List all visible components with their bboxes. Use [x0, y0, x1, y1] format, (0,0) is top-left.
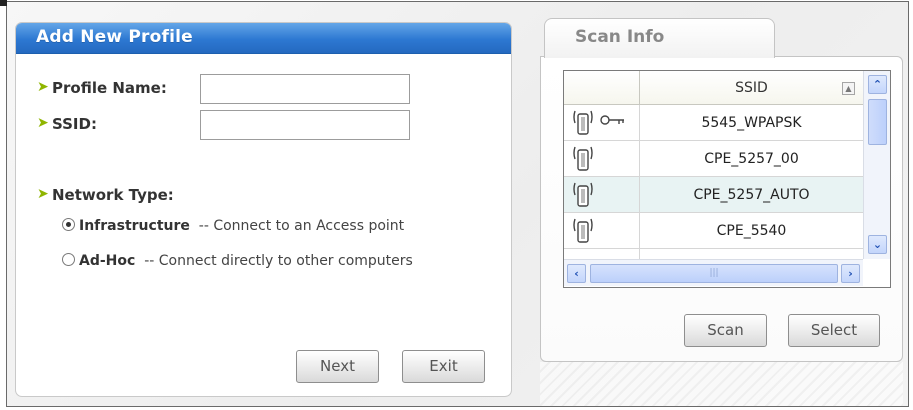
ssid-value: CPE_5540 [716, 223, 787, 239]
bullet-arrow-icon: ➤ [37, 79, 49, 95]
radio-adhoc[interactable]: Ad-Hoc -- Connect directly to other comp… [62, 253, 413, 269]
icon-cell [564, 177, 640, 212]
profile-name-input[interactable] [200, 74, 410, 104]
exit-button[interactable]: Exit [402, 350, 485, 383]
signal-antenna-icon [573, 182, 593, 207]
panel-title: Add New Profile [36, 27, 193, 47]
sort-icon[interactable]: ▲ [842, 82, 855, 95]
scan-button[interactable]: Scan [684, 314, 767, 347]
list-item[interactable]: CPE_5257_00 [564, 141, 863, 177]
column-header-ssid[interactable]: SSID [640, 71, 863, 105]
option-desc: -- Connect directly to other computers [144, 253, 413, 269]
network-type-label: Network Type: [52, 186, 174, 204]
tab-label: Scan Info [575, 27, 665, 47]
scroll-thumb[interactable] [868, 99, 887, 145]
scroll-up-icon[interactable]: ⌃ [868, 75, 887, 94]
option-name: Ad-Hoc [79, 253, 136, 269]
scroll-right-icon[interactable]: › [841, 264, 860, 283]
list-item[interactable]: 5545_WPAPSK [564, 105, 863, 141]
scroll-thumb-horizontal[interactable]: ||| [590, 264, 838, 283]
signal-antenna-icon [573, 146, 593, 171]
next-button[interactable]: Next [296, 350, 379, 383]
add-profile-panel: Add New Profile ➤ Profile Name: ➤ SSID: … [15, 22, 512, 397]
option-desc: -- Connect to an Access point [198, 218, 405, 234]
ssid-list[interactable]: SSID ▲ 5545_WPAPSK CPE_5257_00 CPE_5257_… [563, 70, 891, 288]
ssid-value: CPE_5257_AUTO [693, 187, 810, 203]
list-item[interactable]: CPE_5540 [564, 213, 863, 249]
corner-mark [0, 0, 7, 6]
ssid-input[interactable] [200, 110, 410, 140]
column-header-label: SSID [735, 80, 768, 96]
ssid-label: SSID: [52, 115, 97, 133]
tab-scan-info[interactable]: Scan Info [544, 18, 775, 58]
signal-antenna-icon [573, 110, 593, 135]
signal-antenna-icon [573, 218, 593, 243]
horizontal-scrollbar[interactable]: ‹ ||| › [564, 259, 863, 286]
list-item-partial[interactable] [564, 249, 863, 259]
option-name: Infrastructure [79, 218, 190, 234]
icon-cell [564, 249, 640, 259]
bullet-arrow-icon: ➤ [37, 186, 49, 202]
background-pattern [540, 362, 903, 406]
icon-cell [564, 213, 640, 248]
icon-cell [564, 105, 640, 140]
bullet-arrow-icon: ➤ [37, 115, 49, 131]
ssid-value: 5545_WPAPSK [701, 115, 802, 131]
radio-button-checked[interactable] [62, 218, 75, 231]
scroll-down-icon[interactable]: ⌄ [868, 235, 887, 254]
profile-name-label: Profile Name: [52, 79, 167, 97]
ssid-value: CPE_5257_00 [704, 151, 799, 167]
column-header-icon[interactable] [564, 71, 640, 105]
key-icon [600, 115, 624, 125]
icon-cell [564, 141, 640, 176]
select-button[interactable]: Select [788, 314, 880, 347]
scroll-left-icon[interactable]: ‹ [567, 264, 586, 283]
radio-button[interactable] [62, 253, 75, 266]
vertical-scrollbar[interactable]: ⌃ ⌄ [863, 71, 890, 259]
radio-infrastructure[interactable]: Infrastructure -- Connect to an Access p… [62, 218, 404, 234]
list-item[interactable]: CPE_5257_AUTO [564, 177, 863, 213]
